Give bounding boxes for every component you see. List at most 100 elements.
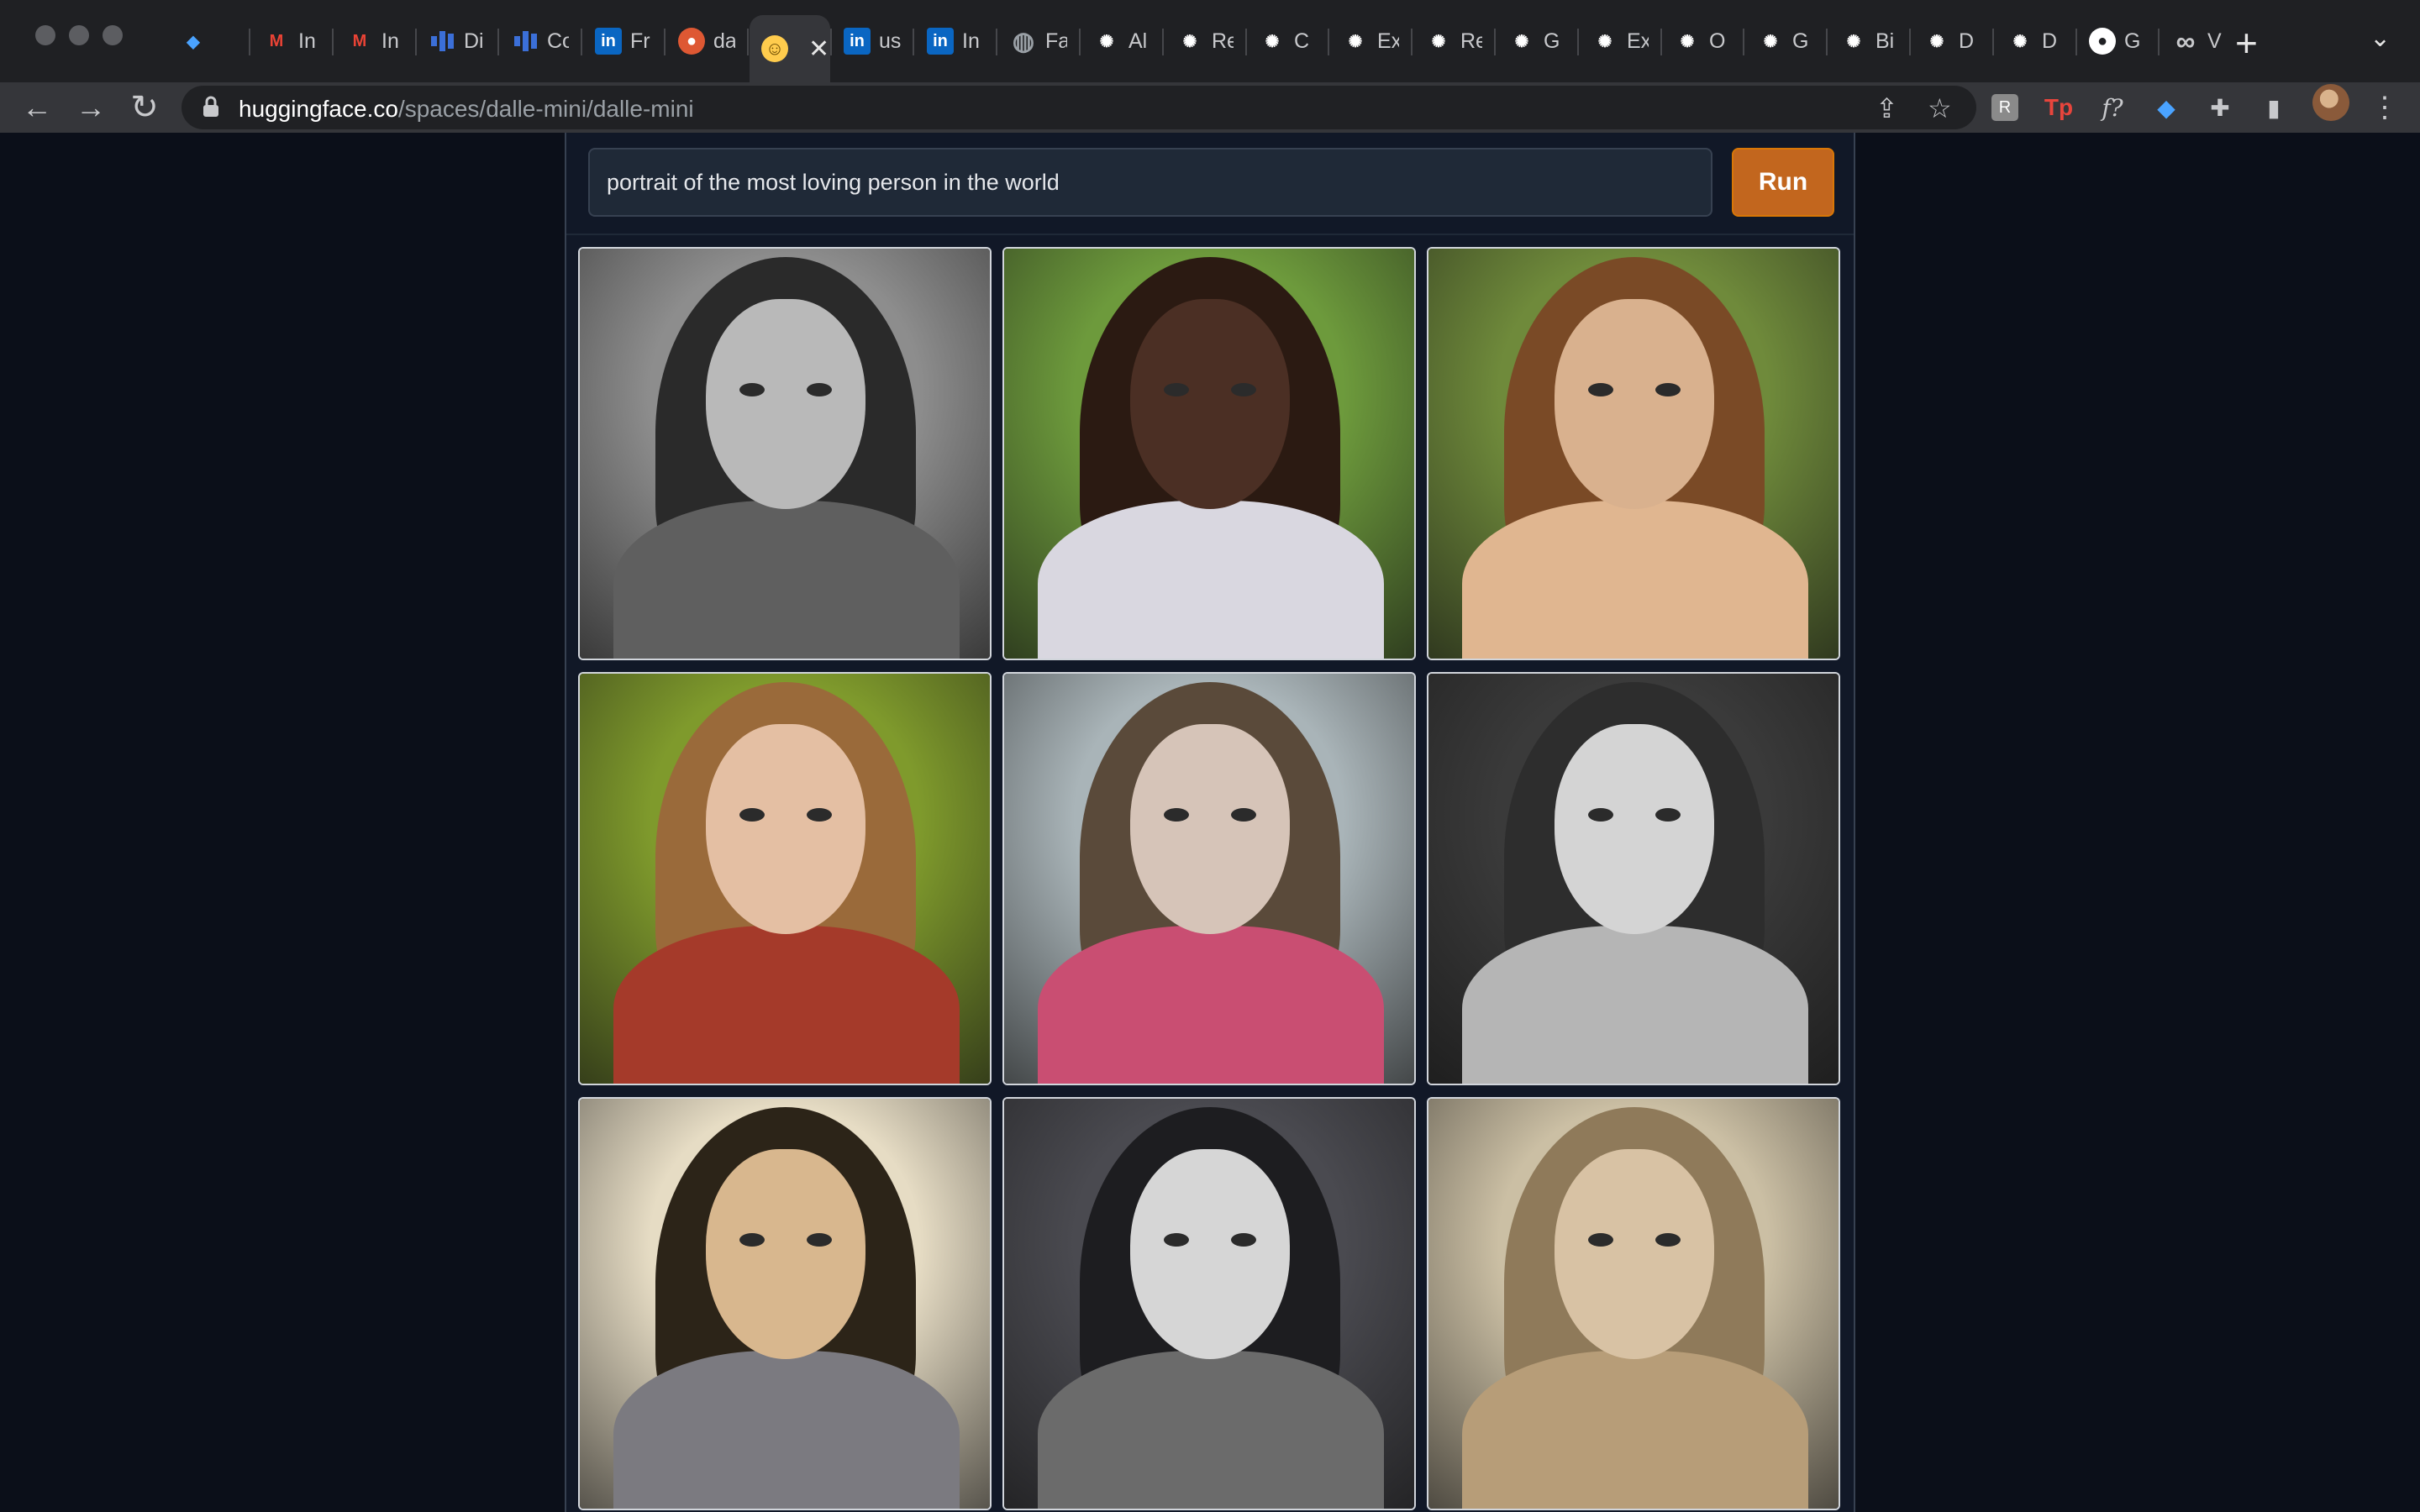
generated-image[interactable]: [1427, 672, 1840, 1085]
tab-title: Co: [547, 29, 569, 53]
openai-icon: ✺: [1431, 32, 1446, 51]
subject-face: [1555, 1149, 1714, 1359]
browser-tab[interactable]: ✺ G: [1497, 15, 1574, 67]
browser-tab[interactable]: in In: [915, 15, 992, 67]
close-tab-icon[interactable]: ✕: [808, 34, 829, 64]
tab-title: Bi: [1876, 29, 1895, 53]
generated-image[interactable]: [1002, 672, 1416, 1085]
hugging-face-icon: ☺: [761, 35, 788, 62]
openai-icon: ✺: [1680, 32, 1695, 51]
linkedin-icon: in: [927, 28, 954, 55]
tab-title: Fr: [630, 29, 650, 53]
browser-tab[interactable]: M In: [251, 15, 329, 67]
minimize-window-button[interactable]: [69, 25, 89, 45]
browser-tab[interactable]: ✺ O: [1662, 15, 1739, 67]
generated-image[interactable]: [1427, 247, 1840, 660]
forward-button[interactable]: →: [71, 87, 111, 128]
subject-eye: [1231, 383, 1256, 396]
browser-tab[interactable]: M In: [334, 15, 412, 67]
prompt-input[interactable]: portrait of the most loving person in th…: [588, 148, 1712, 217]
tab-separator: [497, 29, 499, 55]
subject-body: [1038, 926, 1384, 1084]
browser-tab[interactable]: ● G: [2077, 15, 2154, 67]
browser-tab[interactable]: ✺ Re: [1165, 15, 1242, 67]
browser-tab[interactable]: ✺ G: [1745, 15, 1823, 67]
close-window-button[interactable]: [35, 25, 55, 45]
tab-title: Al: [1128, 29, 1148, 53]
generated-image[interactable]: [1002, 247, 1416, 660]
browser-tab[interactable]: in Fr: [583, 15, 660, 67]
browser-tab[interactable]: ✺ D: [1995, 15, 2072, 67]
browser-tab[interactable]: ✺ Bi: [1828, 15, 1906, 67]
tab-title: D: [1959, 29, 1975, 53]
openai-icon: ✺: [1514, 32, 1529, 51]
sidebar-icon[interactable]: ▮: [2257, 91, 2291, 124]
back-button[interactable]: ←: [17, 87, 57, 128]
new-tab-button[interactable]: +: [2235, 20, 2258, 66]
tab-search-chevron-icon[interactable]: ⌄: [2370, 24, 2391, 53]
generated-image[interactable]: [1427, 1097, 1840, 1510]
share-icon[interactable]: ⇪: [1876, 92, 1898, 124]
url-text: huggingface.co/spaces/dalle-mini/dalle-m…: [239, 96, 694, 123]
browser-tab[interactable]: Co: [500, 15, 577, 67]
subject-eye: [1588, 383, 1613, 396]
subject-body: [613, 501, 960, 659]
browser-tab[interactable]: ∞ V: [2160, 15, 2238, 67]
bookmark-star-icon[interactable]: ☆: [1928, 92, 1952, 124]
browser-tab[interactable]: ☺ ✕: [750, 15, 830, 82]
bar-chart-icon: [429, 28, 455, 55]
prompt-text: portrait of the most loving person in th…: [607, 169, 1060, 195]
address-bar[interactable]: huggingface.co/spaces/dalle-mini/dalle-m…: [182, 86, 1976, 129]
generated-image[interactable]: [578, 672, 992, 1085]
browser-tab[interactable]: ✺ D: [1912, 15, 1989, 67]
linkedin-icon: in: [844, 28, 871, 55]
maximize-window-button[interactable]: [103, 25, 123, 45]
tab-separator: [1577, 29, 1579, 55]
browser-tab[interactable]: ◆: [168, 15, 245, 67]
generated-image[interactable]: [578, 1097, 992, 1510]
subject-face: [706, 724, 865, 934]
tab-title: In: [381, 29, 399, 53]
more-menu-icon[interactable]: ⋮: [2368, 91, 2402, 124]
readwise-icon[interactable]: R: [1988, 91, 2022, 124]
reload-button[interactable]: ↻: [124, 87, 165, 128]
browser-tab[interactable]: in us: [832, 15, 909, 67]
tab-title: O: [1709, 29, 1726, 53]
fx-icon[interactable]: f?: [2096, 91, 2129, 124]
globe-icon: ◍: [1012, 27, 1035, 55]
generated-image[interactable]: [1002, 1097, 1416, 1510]
duckduckgo-icon: ●: [678, 28, 705, 55]
tab-title: da: [713, 29, 735, 53]
gem-icon[interactable]: ◆: [2149, 91, 2183, 124]
tab-title: In: [962, 29, 980, 53]
browser-tab[interactable]: ● da: [666, 15, 744, 67]
subject-eye: [1655, 808, 1681, 822]
gmail-icon: M: [269, 31, 284, 50]
generated-image[interactable]: [578, 247, 992, 660]
profile-avatar[interactable]: [2312, 84, 2349, 121]
openai-icon: ✺: [1929, 32, 1944, 51]
tab-title: Re: [1460, 29, 1482, 53]
github-icon: ●: [2089, 28, 2116, 55]
puzzle-icon[interactable]: ✚: [2203, 91, 2237, 124]
browser-tab[interactable]: Di: [417, 15, 494, 67]
browser-tab[interactable]: ✺ Al: [1081, 15, 1159, 67]
browser-tab[interactable]: ✺ Re: [1413, 15, 1491, 67]
subject-eye: [739, 1233, 765, 1247]
run-button[interactable]: Run: [1732, 148, 1834, 217]
subject-eye: [807, 808, 832, 822]
tab-separator: [996, 29, 997, 55]
browser-tab[interactable]: ✺ Ex: [1580, 15, 1657, 67]
browser-tab[interactable]: ✺ C: [1247, 15, 1324, 67]
tp-icon[interactable]: Tp: [2042, 91, 2075, 124]
tab-separator: [1494, 29, 1496, 55]
browser-tab[interactable]: ◍ Fa: [998, 15, 1076, 67]
url-host: huggingface.co: [239, 96, 398, 122]
infinity-icon: ∞: [2175, 25, 2196, 56]
subject-body: [1462, 1351, 1808, 1509]
subject-eye: [739, 383, 765, 396]
subject-body: [1462, 501, 1808, 659]
browser-tab[interactable]: ✺ Ex: [1330, 15, 1407, 67]
tab-separator: [332, 29, 334, 55]
subject-eye: [1164, 1233, 1189, 1247]
